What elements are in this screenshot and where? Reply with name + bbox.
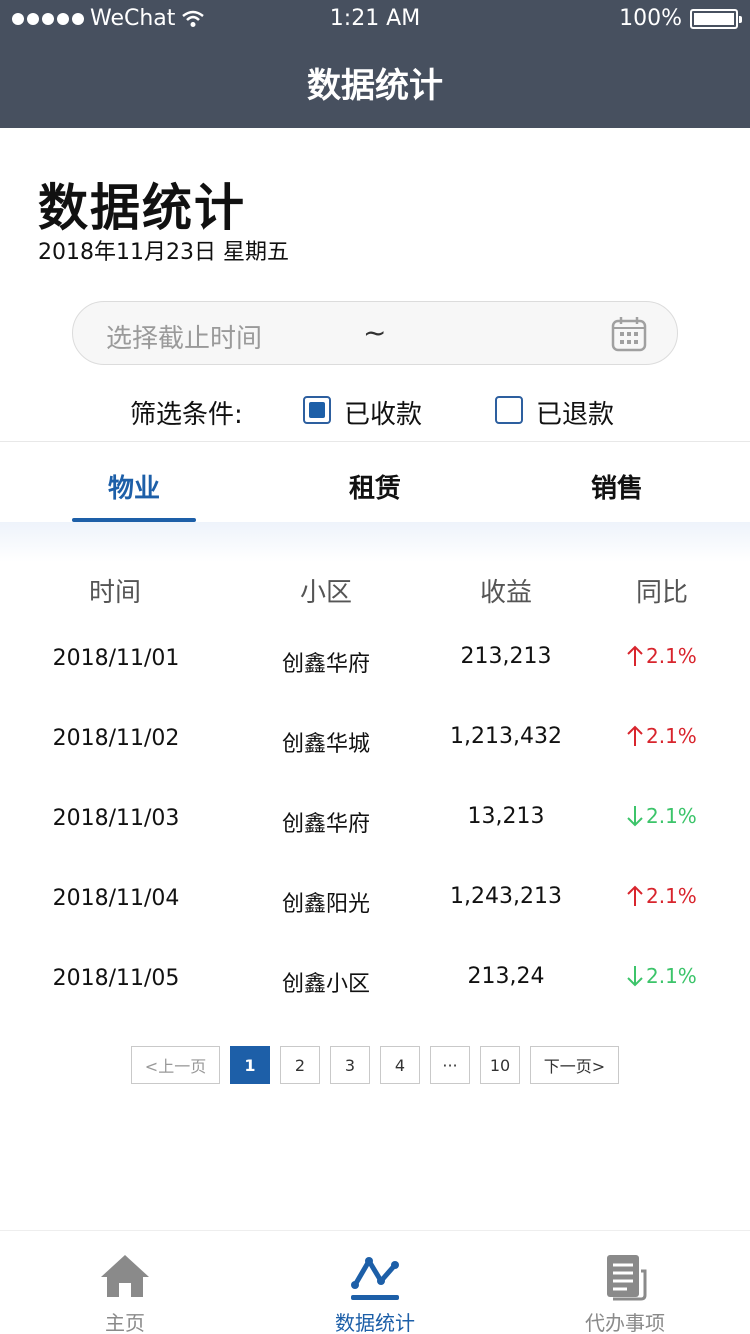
- cell-date: 2018/11/03: [52, 806, 180, 831]
- column-header-yoy: 同比: [635, 578, 688, 608]
- tab-property[interactable]: 物业: [34, 468, 234, 505]
- bottom-tab-bar: 主页 数据统计 代办事项: [0, 1230, 750, 1334]
- battery-percent: 100%: [619, 6, 682, 31]
- yoy-value: 2.1%: [646, 644, 697, 668]
- tab-sales[interactable]: 销售: [517, 468, 717, 505]
- checkbox-refunded-label[interactable]: 已退款: [536, 394, 614, 431]
- arrow-up-icon: [627, 645, 643, 666]
- cell-revenue: 213,213: [460, 644, 552, 669]
- column-header-community: 小区: [299, 578, 352, 608]
- battery-icon: [690, 8, 742, 29]
- page-ellipsis: ···: [430, 1046, 470, 1084]
- tabbar-stats-label: 数据统计: [335, 1311, 415, 1334]
- page-date: 2018年11月23日 星期五: [38, 240, 289, 265]
- status-bar: WeChat 1:21 AM 100%: [0, 0, 750, 40]
- tabbar-home-label: 主页: [105, 1311, 145, 1334]
- yoy-value: 2.1%: [646, 724, 697, 748]
- page-button-10[interactable]: 10: [480, 1046, 520, 1084]
- page-title: 数据统计: [38, 179, 246, 237]
- page-button-1[interactable]: 1: [230, 1046, 270, 1084]
- prev-page-button[interactable]: <上一页: [131, 1046, 220, 1084]
- tabbar-todo[interactable]: 代办事项: [545, 1251, 705, 1334]
- checkbox-refunded[interactable]: [495, 396, 523, 424]
- arrow-down-icon: [627, 966, 643, 987]
- calendar-icon[interactable]: [611, 316, 647, 352]
- cell-community: 创鑫阳光: [281, 892, 370, 917]
- arrow-up-icon: [627, 885, 643, 906]
- cell-community: 创鑫华府: [281, 652, 370, 677]
- cell-date: 2018/11/02: [52, 726, 180, 751]
- column-header-revenue: 收益: [479, 578, 532, 608]
- next-page-button[interactable]: 下一页>: [530, 1046, 619, 1084]
- cell-revenue: 1,213,432: [450, 724, 562, 749]
- category-tabs: 物业 租赁 销售: [0, 442, 750, 522]
- cell-community: 创鑫小区: [281, 972, 370, 997]
- cell-yoy: 2.1%: [626, 724, 697, 748]
- filter-label: 筛选条件:: [130, 400, 243, 430]
- arrow-down-icon: [627, 806, 643, 827]
- page-button-2[interactable]: 2: [280, 1046, 320, 1084]
- stats-icon: [351, 1257, 399, 1300]
- cell-community: 创鑫华城: [281, 732, 370, 757]
- yoy-value: 2.1%: [646, 964, 697, 988]
- app-header: WeChat 1:21 AM 100% 数据统计: [0, 0, 750, 128]
- cell-yoy: 2.1%: [626, 644, 697, 668]
- cell-date: 2018/11/04: [52, 886, 180, 911]
- date-range-separator: ~: [363, 316, 387, 349]
- todo-icon: [607, 1255, 647, 1301]
- yoy-value: 2.1%: [646, 804, 697, 828]
- page-button-4[interactable]: 4: [380, 1046, 420, 1084]
- tabbar-home[interactable]: 主页: [45, 1251, 205, 1334]
- status-right: 100%: [619, 6, 742, 31]
- cell-revenue: 1,243,213: [450, 884, 562, 909]
- page-button-3[interactable]: 3: [330, 1046, 370, 1084]
- checkbox-received-label[interactable]: 已收款: [344, 394, 422, 431]
- home-icon: [101, 1255, 149, 1297]
- cell-date: 2018/11/01: [52, 646, 180, 671]
- date-range-picker[interactable]: 选择截止时间 ~: [72, 301, 678, 365]
- nav-title: 数据统计: [307, 66, 443, 106]
- cell-revenue: 213,24: [467, 964, 545, 989]
- tabbar-stats[interactable]: 数据统计: [295, 1251, 455, 1334]
- arrow-up-icon: [627, 725, 643, 746]
- date-picker-placeholder: 选择截止时间: [106, 324, 263, 354]
- tabbar-todo-label: 代办事项: [585, 1311, 665, 1334]
- cell-date: 2018/11/05: [52, 966, 180, 991]
- cell-yoy: 2.1%: [626, 804, 697, 828]
- cell-yoy: 2.1%: [626, 964, 697, 988]
- filter-row: 筛选条件: 已收款 已退款: [0, 388, 750, 432]
- cell-revenue: 13,213: [467, 804, 545, 829]
- yoy-value: 2.1%: [646, 884, 697, 908]
- checkbox-received[interactable]: [303, 396, 331, 424]
- column-header-time: 时间: [88, 578, 141, 608]
- header-shadow: [0, 522, 750, 562]
- tab-rental[interactable]: 租赁: [275, 468, 475, 505]
- cell-community: 创鑫华府: [281, 812, 370, 837]
- cell-yoy: 2.1%: [626, 884, 697, 908]
